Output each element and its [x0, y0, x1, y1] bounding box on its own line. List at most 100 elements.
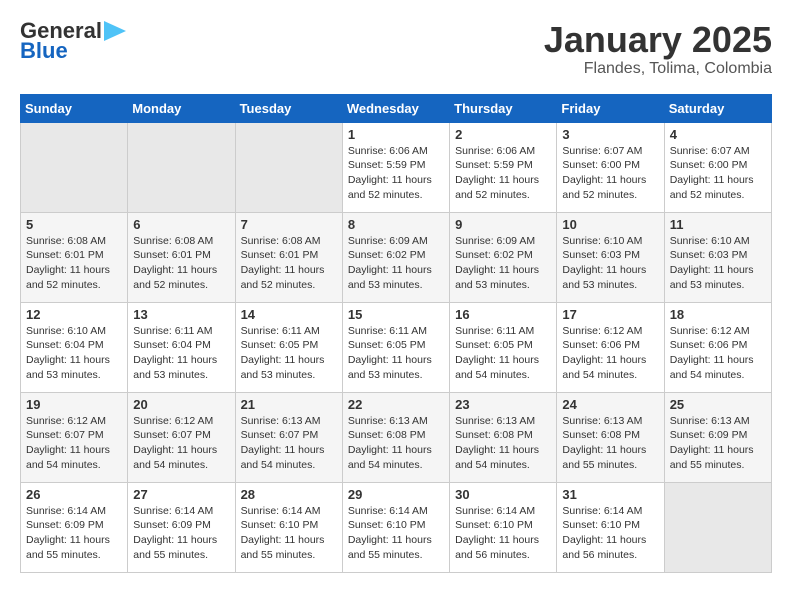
day-info: Sunrise: 6:12 AM Sunset: 6:07 PM Dayligh…: [26, 414, 122, 473]
day-number: 5: [26, 217, 122, 232]
calendar-subtitle: Flandes, Tolima, Colombia: [544, 60, 772, 78]
day-number: 30: [455, 487, 551, 502]
calendar-cell: 8 Sunrise: 6:09 AM Sunset: 6:02 PM Daylig…: [342, 212, 449, 302]
calendar-cell: 31 Sunrise: 6:14 AM Sunset: 6:10 PM Dayli…: [557, 482, 664, 572]
day-info: Sunrise: 6:06 AM Sunset: 5:59 PM Dayligh…: [455, 144, 551, 203]
day-info: Sunrise: 6:13 AM Sunset: 6:08 PM Dayligh…: [562, 414, 658, 473]
calendar-cell: 10 Sunrise: 6:10 AM Sunset: 6:03 PM Dayli…: [557, 212, 664, 302]
day-info: Sunrise: 6:14 AM Sunset: 6:10 PM Dayligh…: [455, 504, 551, 563]
calendar-week-row: 19 Sunrise: 6:12 AM Sunset: 6:07 PM Dayli…: [21, 392, 772, 482]
calendar-cell: 4 Sunrise: 6:07 AM Sunset: 6:00 PM Daylig…: [664, 122, 771, 212]
calendar-cell: 3 Sunrise: 6:07 AM Sunset: 6:00 PM Daylig…: [557, 122, 664, 212]
day-number: 10: [562, 217, 658, 232]
calendar-cell: 13 Sunrise: 6:11 AM Sunset: 6:04 PM Dayli…: [128, 302, 235, 392]
calendar-cell: 24Sunrise: 6:13 AM Sunset: 6:08 PM Dayli…: [557, 392, 664, 482]
day-number: 16: [455, 307, 551, 322]
day-number: 25: [670, 397, 766, 412]
day-info: Sunrise: 6:10 AM Sunset: 6:03 PM Dayligh…: [670, 234, 766, 293]
calendar-cell: 20Sunrise: 6:12 AM Sunset: 6:07 PM Dayli…: [128, 392, 235, 482]
calendar-cell: [128, 122, 235, 212]
day-info: Sunrise: 6:10 AM Sunset: 6:03 PM Dayligh…: [562, 234, 658, 293]
day-number: 14: [241, 307, 337, 322]
day-info: Sunrise: 6:07 AM Sunset: 6:00 PM Dayligh…: [670, 144, 766, 203]
calendar-cell: 16 Sunrise: 6:11 AM Sunset: 6:05 PM Dayli…: [450, 302, 557, 392]
day-info: Sunrise: 6:13 AM Sunset: 6:07 PM Dayligh…: [241, 414, 337, 473]
calendar-cell: 12 Sunrise: 6:10 AM Sunset: 6:04 PM Dayli…: [21, 302, 128, 392]
day-info: Sunrise: 6:12 AM Sunset: 6:06 PM Dayligh…: [670, 324, 766, 383]
calendar-week-row: 1 Sunrise: 6:06 AM Sunset: 5:59 PM Daylig…: [21, 122, 772, 212]
day-header-sunday: Sunday: [21, 94, 128, 122]
day-number: 29: [348, 487, 444, 502]
calendar-cell: 21 Sunrise: 6:13 AM Sunset: 6:07 PM Dayli…: [235, 392, 342, 482]
day-info: Sunrise: 6:08 AM Sunset: 6:01 PM Dayligh…: [241, 234, 337, 293]
calendar-cell: 2 Sunrise: 6:06 AM Sunset: 5:59 PM Daylig…: [450, 122, 557, 212]
day-header-wednesday: Wednesday: [342, 94, 449, 122]
calendar-cell: 15 Sunrise: 6:11 AM Sunset: 6:05 PM Dayli…: [342, 302, 449, 392]
day-info: Sunrise: 6:13 AM Sunset: 6:09 PM Dayligh…: [670, 414, 766, 473]
calendar-table: SundayMondayTuesdayWednesdayThursdayFrid…: [20, 94, 772, 573]
calendar-cell: 26 Sunrise: 6:14 AM Sunset: 6:09 PM Dayli…: [21, 482, 128, 572]
day-number: 4: [670, 127, 766, 142]
calendar-cell: [235, 122, 342, 212]
logo: General Blue: [20, 20, 126, 62]
day-number: 27: [133, 487, 229, 502]
day-info: Sunrise: 6:11 AM Sunset: 6:05 PM Dayligh…: [348, 324, 444, 383]
calendar-cell: 9 Sunrise: 6:09 AM Sunset: 6:02 PM Daylig…: [450, 212, 557, 302]
day-info: Sunrise: 6:11 AM Sunset: 6:05 PM Dayligh…: [241, 324, 337, 383]
day-number: 18: [670, 307, 766, 322]
day-number: 7: [241, 217, 337, 232]
logo-arrow-icon: [104, 21, 126, 41]
calendar-cell: 18 Sunrise: 6:12 AM Sunset: 6:06 PM Dayli…: [664, 302, 771, 392]
calendar-cell: 25 Sunrise: 6:13 AM Sunset: 6:09 PM Dayli…: [664, 392, 771, 482]
day-info: Sunrise: 6:10 AM Sunset: 6:04 PM Dayligh…: [26, 324, 122, 383]
day-info: Sunrise: 6:08 AM Sunset: 6:01 PM Dayligh…: [26, 234, 122, 293]
calendar-week-row: 26 Sunrise: 6:14 AM Sunset: 6:09 PM Dayli…: [21, 482, 772, 572]
day-number: 1: [348, 127, 444, 142]
logo-blue-text: Blue: [20, 40, 126, 62]
day-number: 13: [133, 307, 229, 322]
day-number: 23: [455, 397, 551, 412]
day-number: 26: [26, 487, 122, 502]
day-info: Sunrise: 6:14 AM Sunset: 6:09 PM Dayligh…: [133, 504, 229, 563]
day-number: 3: [562, 127, 658, 142]
logo-block: General Blue: [20, 20, 126, 62]
calendar-week-row: 12 Sunrise: 6:10 AM Sunset: 6:04 PM Dayli…: [21, 302, 772, 392]
calendar-cell: [21, 122, 128, 212]
calendar-cell: 1Sunrise: 6:06 AM Sunset: 5:59 PM Daylig…: [342, 122, 449, 212]
day-number: 19: [26, 397, 122, 412]
calendar-cell: 29Sunrise: 6:14 AM Sunset: 6:10 PM Dayli…: [342, 482, 449, 572]
day-info: Sunrise: 6:14 AM Sunset: 6:09 PM Dayligh…: [26, 504, 122, 563]
calendar-cell: [664, 482, 771, 572]
day-number: 11: [670, 217, 766, 232]
day-info: Sunrise: 6:07 AM Sunset: 6:00 PM Dayligh…: [562, 144, 658, 203]
day-header-saturday: Saturday: [664, 94, 771, 122]
day-number: 9: [455, 217, 551, 232]
calendar-cell: 5 Sunrise: 6:08 AM Sunset: 6:01 PM Daylig…: [21, 212, 128, 302]
day-header-tuesday: Tuesday: [235, 94, 342, 122]
day-info: Sunrise: 6:09 AM Sunset: 6:02 PM Dayligh…: [455, 234, 551, 293]
calendar-cell: 6 Sunrise: 6:08 AM Sunset: 6:01 PM Daylig…: [128, 212, 235, 302]
day-info: Sunrise: 6:09 AM Sunset: 6:02 PM Dayligh…: [348, 234, 444, 293]
calendar-cell: 14 Sunrise: 6:11 AM Sunset: 6:05 PM Dayli…: [235, 302, 342, 392]
day-number: 21: [241, 397, 337, 412]
calendar-week-row: 5 Sunrise: 6:08 AM Sunset: 6:01 PM Daylig…: [21, 212, 772, 302]
day-number: 15: [348, 307, 444, 322]
day-number: 12: [26, 307, 122, 322]
day-info: Sunrise: 6:13 AM Sunset: 6:08 PM Dayligh…: [455, 414, 551, 473]
page-header: General Blue January 2025 Flandes, Tolim…: [20, 20, 772, 78]
day-info: Sunrise: 6:14 AM Sunset: 6:10 PM Dayligh…: [562, 504, 658, 563]
calendar-cell: 11 Sunrise: 6:10 AM Sunset: 6:03 PM Dayli…: [664, 212, 771, 302]
day-number: 6: [133, 217, 229, 232]
day-number: 2: [455, 127, 551, 142]
day-number: 31: [562, 487, 658, 502]
day-number: 28: [241, 487, 337, 502]
day-header-monday: Monday: [128, 94, 235, 122]
day-header-friday: Friday: [557, 94, 664, 122]
day-info: Sunrise: 6:11 AM Sunset: 6:05 PM Dayligh…: [455, 324, 551, 383]
calendar-cell: 19 Sunrise: 6:12 AM Sunset: 6:07 PM Dayli…: [21, 392, 128, 482]
day-info: Sunrise: 6:12 AM Sunset: 6:06 PM Dayligh…: [562, 324, 658, 383]
day-info: Sunrise: 6:11 AM Sunset: 6:04 PM Dayligh…: [133, 324, 229, 383]
day-number: 17: [562, 307, 658, 322]
day-number: 8: [348, 217, 444, 232]
day-info: Sunrise: 6:08 AM Sunset: 6:01 PM Dayligh…: [133, 234, 229, 293]
